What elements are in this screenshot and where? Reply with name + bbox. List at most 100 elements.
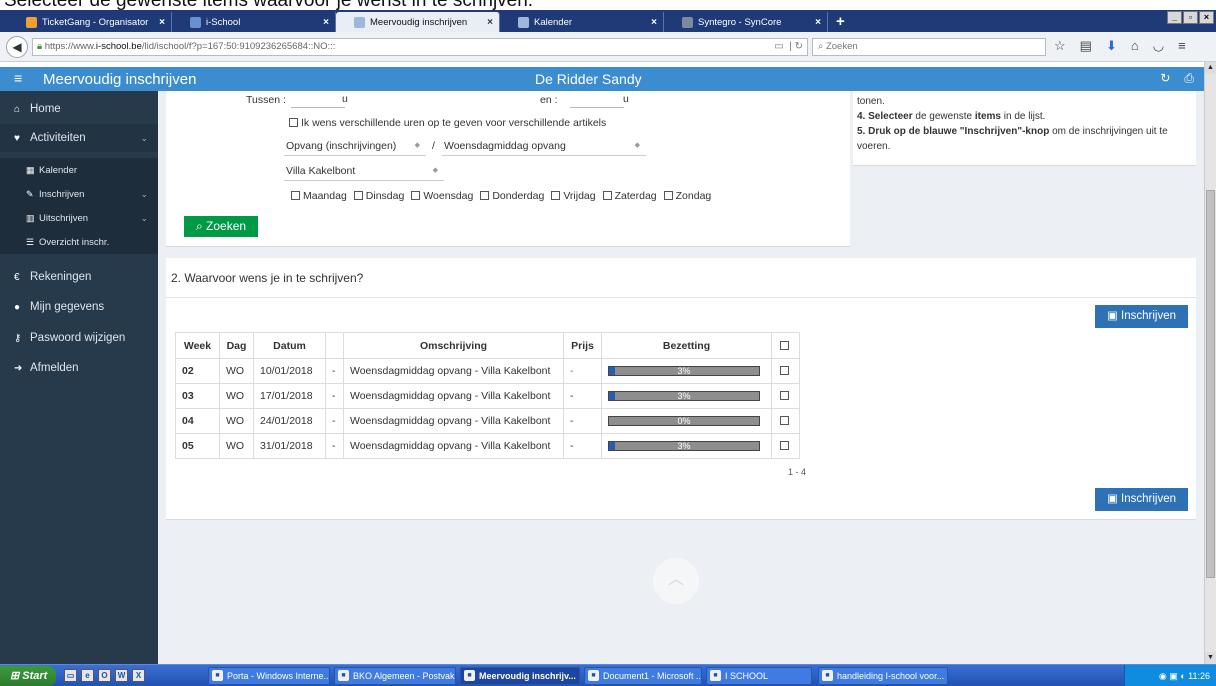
hamburger-menu-icon[interactable]: ≡: [1178, 38, 1186, 54]
tussen-from-input[interactable]: [291, 107, 345, 108]
column-header-prijs: Prijs: [563, 332, 602, 359]
help-line-3: voeren.: [857, 141, 891, 152]
taskbar-button[interactable]: ■ Meervoudig inschrijv...: [460, 667, 580, 685]
tab-title: TicketGang - Organisator: [42, 16, 149, 28]
search-button[interactable]: ⌕ Zoeken: [184, 216, 258, 237]
checkbox-box[interactable]: [480, 191, 490, 200]
browser-tab[interactable]: Meervoudig inschrijven ×: [336, 12, 500, 32]
download-icon[interactable]: ⬇: [1106, 38, 1117, 54]
tray-icons[interactable]: ◉ ▣ ◐: [1159, 671, 1188, 681]
calendar-icon: ▦: [26, 164, 35, 175]
category-select[interactable]: Opvang (inschrijvingen) ◆: [284, 137, 426, 156]
sidebar-item-home[interactable]: ⌂ Home: [0, 95, 158, 123]
day-label: Vrijdag: [563, 190, 596, 202]
scroll-to-top-button[interactable]: ︿: [653, 558, 699, 604]
price-cell: -: [563, 408, 602, 434]
print-icon[interactable]: ⎙: [1184, 71, 1194, 86]
checkbox-box[interactable]: [353, 191, 363, 200]
close-window-button[interactable]: ×: [1199, 11, 1214, 24]
sidebar-item-overzicht-inschr[interactable]: ☰ Overzicht inschr.: [0, 230, 158, 254]
ie-icon[interactable]: e: [81, 669, 94, 682]
excel-icon[interactable]: X: [132, 669, 145, 682]
browser-tab[interactable]: Syntegro - SynCore ×: [664, 12, 828, 32]
day-checkbox-woensdag[interactable]: Woensdag: [411, 190, 473, 202]
pocket-icon[interactable]: ◡: [1153, 38, 1164, 54]
day-checkbox-vrijdag[interactable]: Vrijdag: [551, 190, 596, 202]
checkbox-box[interactable]: [291, 191, 300, 200]
row-checkbox[interactable]: [779, 441, 789, 450]
tussen-to-input[interactable]: [570, 107, 624, 108]
tab-close-icon[interactable]: ×: [159, 17, 165, 28]
select-all-checkbox-cell[interactable]: [771, 332, 800, 359]
row-checkbox-cell[interactable]: [771, 358, 800, 384]
start-button[interactable]: ⊞ Start: [0, 666, 56, 686]
minimize-button[interactable]: _: [1167, 11, 1182, 24]
page-scrollbar[interactable]: ▲ ▼: [1204, 62, 1216, 664]
row-checkbox[interactable]: [779, 416, 789, 425]
sidebar-item-kalender[interactable]: ▦ Kalender: [0, 158, 158, 182]
checkbox-box[interactable]: [663, 191, 673, 200]
maximize-button[interactable]: ▫: [1183, 11, 1198, 24]
scroll-thumb[interactable]: [1206, 190, 1215, 578]
browser-tab[interactable]: Kalender ×: [500, 12, 664, 32]
taskbar-button[interactable]: ■ BKO Algemeen - Postvak...: [334, 667, 456, 685]
day-checkbox-maandag[interactable]: Maandag: [291, 190, 347, 202]
checkbox-box[interactable]: [551, 191, 561, 200]
outlook-icon[interactable]: O: [98, 669, 111, 682]
new-tab-button[interactable]: +: [828, 12, 853, 32]
sidebar-item-activiteiten[interactable]: ♥ Activiteiten ⌄: [0, 124, 158, 152]
scroll-down-arrow-icon[interactable]: ▼: [1205, 652, 1216, 664]
day-checkbox-zaterdag[interactable]: Zaterdag: [602, 190, 657, 202]
day-checkbox-donderdag[interactable]: Donderdag: [480, 190, 544, 202]
different-hours-checkbox[interactable]: Ik wens verschillende uren op te geven v…: [289, 117, 606, 129]
sidebar-item-label: Mijn gegevens: [30, 301, 105, 313]
taskbar-button[interactable]: ■ I SCHOOL: [706, 667, 812, 685]
menu-toggle-icon[interactable]: ≡: [14, 70, 22, 86]
scroll-up-arrow-icon[interactable]: ▲: [1205, 62, 1216, 74]
sidebar-item-uitschrijven[interactable]: ▥ Uitschrijven ⌄: [0, 206, 158, 230]
row-checkbox[interactable]: [779, 391, 789, 400]
sidebar-item-afmelden[interactable]: ➜ Afmelden: [0, 354, 158, 382]
tab-close-icon[interactable]: ×: [323, 17, 329, 28]
taskbar-button[interactable]: ■ Porta - Windows Interne...: [208, 667, 330, 685]
bookmark-star-icon[interactable]: ☆: [1054, 38, 1066, 54]
tab-close-icon[interactable]: ×: [487, 17, 493, 28]
tab-close-icon[interactable]: ×: [651, 17, 657, 28]
browser-tab[interactable]: i-School ×: [172, 12, 336, 32]
word-icon[interactable]: W: [115, 669, 128, 682]
location-select[interactable]: Villa Kakelbont ◆: [284, 162, 444, 181]
select-all-checkbox[interactable]: [779, 340, 789, 350]
separator-cell: -: [325, 433, 344, 459]
sidebar-item-mijn-gegevens[interactable]: ● Mijn gegevens: [0, 293, 158, 321]
show-desktop-icon[interactable]: ▭: [64, 669, 77, 682]
checkbox-box[interactable]: [411, 191, 421, 200]
row-checkbox-cell[interactable]: [771, 408, 800, 434]
back-button[interactable]: ◀: [6, 36, 28, 58]
row-checkbox[interactable]: [779, 366, 789, 375]
day-checkbox-zondag[interactable]: Zondag: [663, 190, 711, 202]
taskbar-button[interactable]: ■ handleiding I-school voor...: [818, 667, 948, 685]
sidebar-item-rekeningen[interactable]: € Rekeningen: [0, 263, 158, 291]
day-label: Dinsdag: [365, 190, 405, 202]
row-checkbox-cell[interactable]: [771, 433, 800, 459]
taskbar-button[interactable]: ■ Document1 - Microsoft ...: [584, 667, 702, 685]
sidebar-item-paswoord-wijzigen[interactable]: ⚷ Paswoord wijzigen: [0, 324, 158, 352]
home-button-icon[interactable]: ⌂: [1131, 38, 1139, 54]
inschrijven-button-bottom[interactable]: ▣ Inschrijven: [1095, 488, 1188, 511]
address-bar[interactable]: 🔒︎ https://www.i-school.be/lid/ischool/f…: [32, 38, 808, 56]
day-checkbox-dinsdag[interactable]: Dinsdag: [353, 190, 405, 202]
select-separator: /: [432, 140, 435, 152]
sidebar-item-inschrijven[interactable]: ✎ Inschrijven ⌄: [0, 182, 158, 206]
refresh-icon[interactable]: ↻: [1160, 71, 1170, 86]
tab-close-icon[interactable]: ×: [815, 17, 821, 28]
reading-list-icon[interactable]: ▤: [1080, 38, 1092, 54]
inschrijven-button-top[interactable]: ▣ Inschrijven: [1095, 305, 1188, 328]
chevron-down-icon: ⌄: [140, 212, 148, 223]
search-input[interactable]: ⌕ Zoeken: [812, 38, 1046, 56]
browser-tab[interactable]: TicketGang - Organisator ×: [8, 12, 172, 32]
row-checkbox-cell[interactable]: [771, 383, 800, 409]
reload-icon[interactable]: ▭ | ↻: [774, 39, 803, 55]
checkbox-box[interactable]: [289, 118, 298, 127]
checkbox-box[interactable]: [602, 191, 612, 200]
activity-select[interactable]: Woensdagmiddag opvang ◆: [442, 137, 646, 156]
